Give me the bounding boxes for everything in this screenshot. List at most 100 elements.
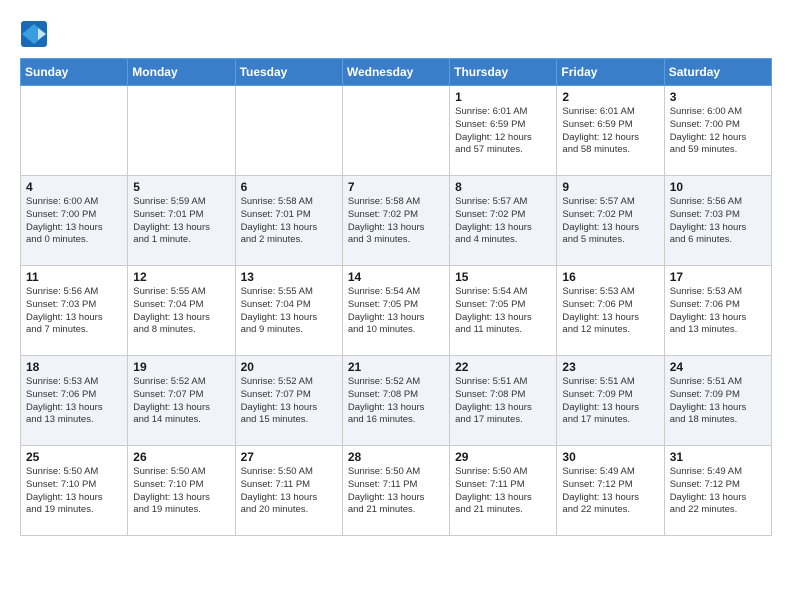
day-info: Sunrise: 6:00 AM Sunset: 7:00 PM Dayligh… xyxy=(670,106,766,157)
weekday-header-sunday: Sunday xyxy=(21,59,128,86)
calendar-cell: 2 Sunrise: 6:01 AM Sunset: 6:59 PM Daylig… xyxy=(557,86,664,176)
weekday-header-wednesday: Wednesday xyxy=(342,59,449,86)
calendar-cell: 16 Sunrise: 5:53 AM Sunset: 7:06 PM Dayli… xyxy=(557,266,664,356)
week-row-2: 4 Sunrise: 6:00 AM Sunset: 7:00 PM Daylig… xyxy=(21,176,772,266)
day-info: Sunrise: 5:53 AM Sunset: 7:06 PM Dayligh… xyxy=(562,286,658,337)
calendar-cell: 23 Sunrise: 5:51 AM Sunset: 7:09 PM Dayli… xyxy=(557,356,664,446)
day-number: 7 xyxy=(348,180,444,194)
day-number: 14 xyxy=(348,270,444,284)
day-number: 29 xyxy=(455,450,551,464)
day-number: 2 xyxy=(562,90,658,104)
weekday-header-tuesday: Tuesday xyxy=(235,59,342,86)
calendar-cell xyxy=(235,86,342,176)
day-info: Sunrise: 6:01 AM Sunset: 6:59 PM Dayligh… xyxy=(455,106,551,157)
day-number: 10 xyxy=(670,180,766,194)
day-info: Sunrise: 5:50 AM Sunset: 7:10 PM Dayligh… xyxy=(133,466,229,517)
day-info: Sunrise: 6:00 AM Sunset: 7:00 PM Dayligh… xyxy=(26,196,122,247)
day-number: 24 xyxy=(670,360,766,374)
week-row-4: 18Sunrise: 5:53 AM Sunset: 7:06 PM Dayli… xyxy=(21,356,772,446)
calendar-cell: 11 Sunrise: 5:56 AM Sunset: 7:03 PM Dayli… xyxy=(21,266,128,356)
calendar-cell: 13Sunrise: 5:55 AM Sunset: 7:04 PM Dayli… xyxy=(235,266,342,356)
day-info: Sunrise: 5:52 AM Sunset: 7:08 PM Dayligh… xyxy=(348,376,444,427)
day-number: 12 xyxy=(133,270,229,284)
calendar-cell: 22Sunrise: 5:51 AM Sunset: 7:08 PM Dayli… xyxy=(450,356,557,446)
day-info: Sunrise: 5:50 AM Sunset: 7:11 PM Dayligh… xyxy=(241,466,337,517)
calendar-cell: 8Sunrise: 5:57 AM Sunset: 7:02 PM Daylig… xyxy=(450,176,557,266)
calendar-cell: 10 Sunrise: 5:56 AM Sunset: 7:03 PM Dayli… xyxy=(664,176,771,266)
day-info: Sunrise: 5:51 AM Sunset: 7:08 PM Dayligh… xyxy=(455,376,551,427)
day-number: 27 xyxy=(241,450,337,464)
weekday-header-saturday: Saturday xyxy=(664,59,771,86)
day-number: 23 xyxy=(562,360,658,374)
day-number: 26 xyxy=(133,450,229,464)
calendar-cell: 6 Sunrise: 5:58 AM Sunset: 7:01 PM Daylig… xyxy=(235,176,342,266)
day-info: Sunrise: 5:57 AM Sunset: 7:02 PM Dayligh… xyxy=(562,196,658,247)
calendar-cell: 18Sunrise: 5:53 AM Sunset: 7:06 PM Dayli… xyxy=(21,356,128,446)
day-info: Sunrise: 5:58 AM Sunset: 7:02 PM Dayligh… xyxy=(348,196,444,247)
calendar-cell: 14 Sunrise: 5:54 AM Sunset: 7:05 PM Dayli… xyxy=(342,266,449,356)
day-info: Sunrise: 5:50 AM Sunset: 7:11 PM Dayligh… xyxy=(455,466,551,517)
day-number: 6 xyxy=(241,180,337,194)
day-info: Sunrise: 5:52 AM Sunset: 7:07 PM Dayligh… xyxy=(133,376,229,427)
page-header xyxy=(20,20,772,48)
day-info: Sunrise: 5:51 AM Sunset: 7:09 PM Dayligh… xyxy=(562,376,658,427)
calendar-cell: 17 Sunrise: 5:53 AM Sunset: 7:06 PM Dayli… xyxy=(664,266,771,356)
calendar-cell: 27 Sunrise: 5:50 AM Sunset: 7:11 PM Dayli… xyxy=(235,446,342,536)
day-number: 19 xyxy=(133,360,229,374)
day-info: Sunrise: 6:01 AM Sunset: 6:59 PM Dayligh… xyxy=(562,106,658,157)
calendar-cell xyxy=(342,86,449,176)
calendar-cell xyxy=(128,86,235,176)
day-info: Sunrise: 5:51 AM Sunset: 7:09 PM Dayligh… xyxy=(670,376,766,427)
day-number: 4 xyxy=(26,180,122,194)
week-row-3: 11 Sunrise: 5:56 AM Sunset: 7:03 PM Dayli… xyxy=(21,266,772,356)
day-number: 13 xyxy=(241,270,337,284)
day-info: Sunrise: 5:50 AM Sunset: 7:10 PM Dayligh… xyxy=(26,466,122,517)
logo xyxy=(20,20,52,48)
calendar-cell: 9 Sunrise: 5:57 AM Sunset: 7:02 PM Daylig… xyxy=(557,176,664,266)
day-info: Sunrise: 5:56 AM Sunset: 7:03 PM Dayligh… xyxy=(26,286,122,337)
day-info: Sunrise: 5:54 AM Sunset: 7:05 PM Dayligh… xyxy=(455,286,551,337)
day-number: 31 xyxy=(670,450,766,464)
day-info: Sunrise: 5:53 AM Sunset: 7:06 PM Dayligh… xyxy=(26,376,122,427)
day-number: 5 xyxy=(133,180,229,194)
day-info: Sunrise: 5:50 AM Sunset: 7:11 PM Dayligh… xyxy=(348,466,444,517)
day-number: 20 xyxy=(241,360,337,374)
calendar-cell: 31 Sunrise: 5:49 AM Sunset: 7:12 PM Dayli… xyxy=(664,446,771,536)
day-info: Sunrise: 5:54 AM Sunset: 7:05 PM Dayligh… xyxy=(348,286,444,337)
calendar-cell: 30Sunrise: 5:49 AM Sunset: 7:12 PM Dayli… xyxy=(557,446,664,536)
day-info: Sunrise: 5:58 AM Sunset: 7:01 PM Dayligh… xyxy=(241,196,337,247)
calendar-cell: 29 Sunrise: 5:50 AM Sunset: 7:11 PM Dayli… xyxy=(450,446,557,536)
day-number: 11 xyxy=(26,270,122,284)
calendar-cell: 26 Sunrise: 5:50 AM Sunset: 7:10 PM Dayli… xyxy=(128,446,235,536)
day-number: 25 xyxy=(26,450,122,464)
day-info: Sunrise: 5:53 AM Sunset: 7:06 PM Dayligh… xyxy=(670,286,766,337)
week-row-5: 25 Sunrise: 5:50 AM Sunset: 7:10 PM Dayli… xyxy=(21,446,772,536)
week-row-1: 1 Sunrise: 6:01 AM Sunset: 6:59 PM Daylig… xyxy=(21,86,772,176)
day-info: Sunrise: 5:59 AM Sunset: 7:01 PM Dayligh… xyxy=(133,196,229,247)
weekday-header-friday: Friday xyxy=(557,59,664,86)
calendar-cell: 20Sunrise: 5:52 AM Sunset: 7:07 PM Dayli… xyxy=(235,356,342,446)
day-number: 16 xyxy=(562,270,658,284)
day-number: 17 xyxy=(670,270,766,284)
calendar-cell: 25 Sunrise: 5:50 AM Sunset: 7:10 PM Dayli… xyxy=(21,446,128,536)
weekday-header-monday: Monday xyxy=(128,59,235,86)
calendar-cell: 24 Sunrise: 5:51 AM Sunset: 7:09 PM Dayli… xyxy=(664,356,771,446)
calendar-cell: 19 Sunrise: 5:52 AM Sunset: 7:07 PM Dayli… xyxy=(128,356,235,446)
calendar-cell xyxy=(21,86,128,176)
day-number: 21 xyxy=(348,360,444,374)
day-number: 9 xyxy=(562,180,658,194)
logo-icon xyxy=(20,20,48,48)
weekday-header-row: SundayMondayTuesdayWednesdayThursdayFrid… xyxy=(21,59,772,86)
calendar-cell: 4 Sunrise: 6:00 AM Sunset: 7:00 PM Daylig… xyxy=(21,176,128,266)
weekday-header-thursday: Thursday xyxy=(450,59,557,86)
calendar-table: SundayMondayTuesdayWednesdayThursdayFrid… xyxy=(20,58,772,536)
day-number: 3 xyxy=(670,90,766,104)
day-number: 30 xyxy=(562,450,658,464)
day-info: Sunrise: 5:56 AM Sunset: 7:03 PM Dayligh… xyxy=(670,196,766,247)
day-number: 1 xyxy=(455,90,551,104)
day-number: 15 xyxy=(455,270,551,284)
calendar-cell: 7 Sunrise: 5:58 AM Sunset: 7:02 PM Daylig… xyxy=(342,176,449,266)
calendar-cell: 1 Sunrise: 6:01 AM Sunset: 6:59 PM Daylig… xyxy=(450,86,557,176)
day-info: Sunrise: 5:57 AM Sunset: 7:02 PM Dayligh… xyxy=(455,196,551,247)
day-info: Sunrise: 5:49 AM Sunset: 7:12 PM Dayligh… xyxy=(670,466,766,517)
